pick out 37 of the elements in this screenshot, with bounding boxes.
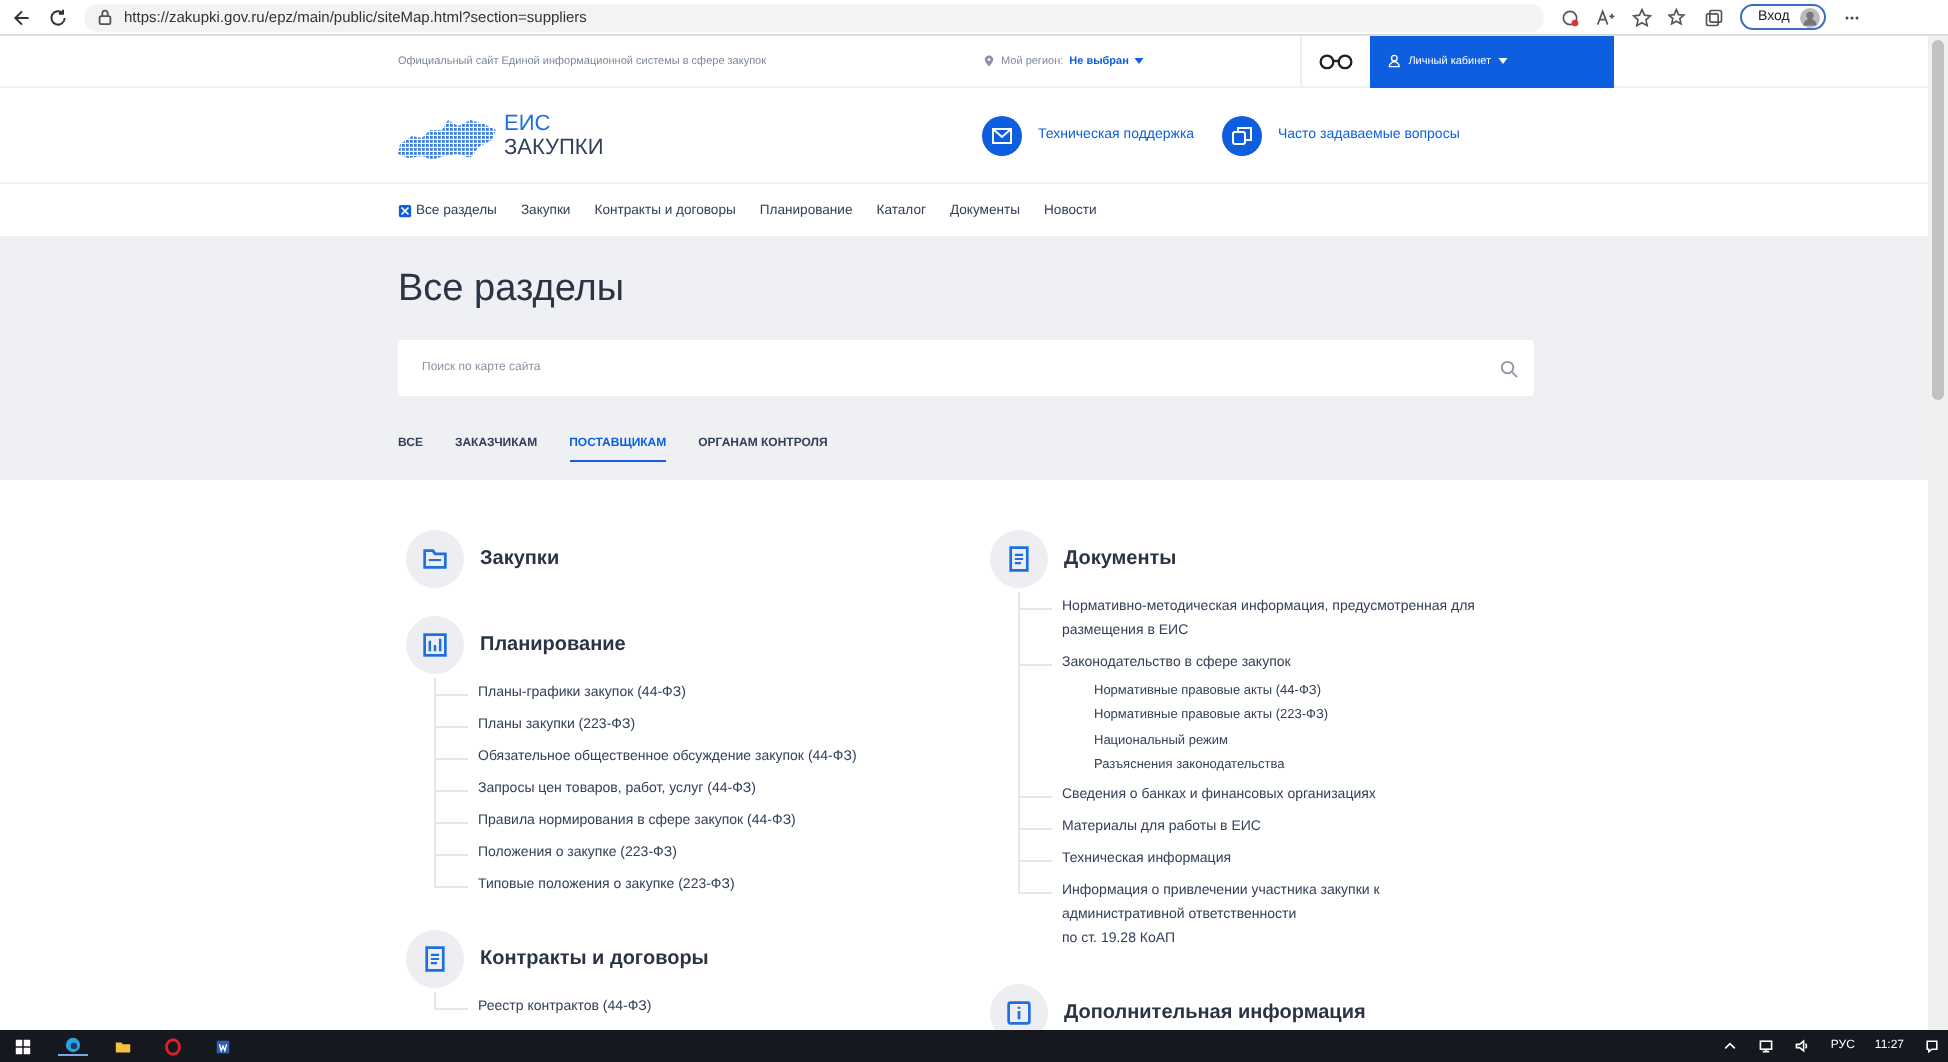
glasses-icon[interactable]	[1318, 52, 1355, 70]
section-heading[interactable]: Контракты и договоры	[480, 948, 709, 970]
scrollbar-thumb[interactable]	[1932, 40, 1944, 400]
browser-icon[interactable]	[58, 1036, 88, 1056]
favorites-icon[interactable]	[1668, 7, 1688, 27]
envelope-icon	[982, 115, 1022, 155]
folder-icon	[406, 530, 464, 588]
document-icon	[406, 930, 464, 988]
chart-icon	[406, 616, 464, 674]
user-icon	[1388, 54, 1403, 68]
avatar-icon	[1799, 7, 1820, 27]
search-icon[interactable]	[1500, 359, 1518, 377]
read-aloud-icon[interactable]	[1596, 7, 1616, 27]
logo-subtitle: ЗАКУПКИ	[504, 135, 604, 159]
lock-icon[interactable]	[96, 8, 114, 26]
page-title: Все разделы	[398, 268, 626, 312]
reload-icon[interactable]	[48, 7, 68, 27]
scrollbar[interactable]	[1928, 36, 1948, 1030]
section-heading[interactable]: Документы	[1064, 548, 1177, 570]
document-icon	[990, 530, 1048, 588]
volume-icon[interactable]	[1794, 1038, 1811, 1054]
tracking-icon[interactable]	[1560, 7, 1580, 27]
copy-windows-icon	[1222, 115, 1262, 155]
collections-icon[interactable]	[1704, 7, 1724, 27]
caret-icon	[1134, 58, 1145, 64]
star-icon[interactable]	[1632, 7, 1652, 27]
chevron-up-icon[interactable]	[1722, 1038, 1739, 1054]
location-pin-icon	[981, 54, 996, 68]
section-heading[interactable]: Закупки	[480, 548, 560, 570]
section-heading[interactable]: Дополнительная информация	[1064, 1001, 1366, 1024]
notifications-icon[interactable]	[1924, 1038, 1940, 1054]
logo-title: ЕИС	[504, 111, 553, 135]
back-icon[interactable]	[12, 7, 32, 27]
network-icon[interactable]	[1758, 1038, 1775, 1054]
caret-icon	[1497, 58, 1508, 64]
section-heading[interactable]: Планирование	[480, 634, 626, 656]
info-icon	[990, 983, 1048, 1030]
